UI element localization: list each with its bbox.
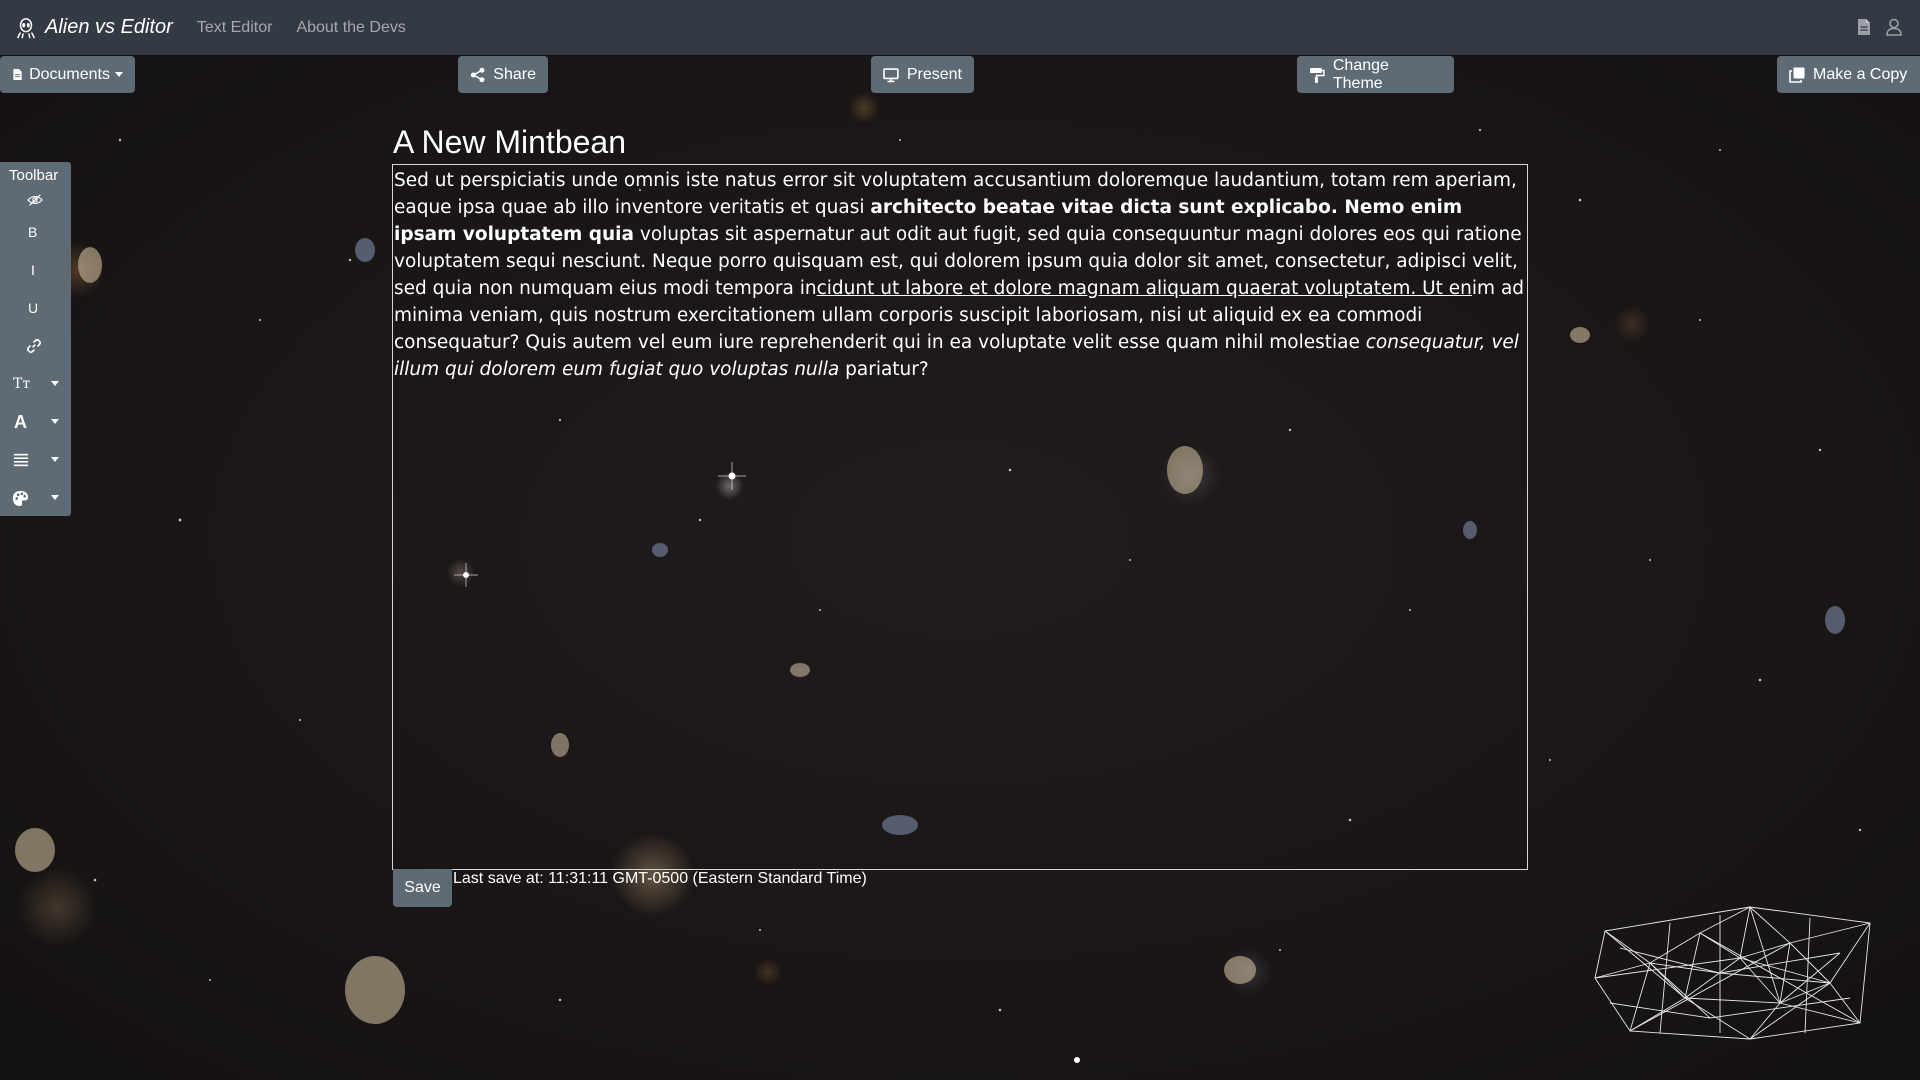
align-icon xyxy=(13,453,29,467)
link-button[interactable] xyxy=(0,332,71,360)
present-button[interactable]: Present xyxy=(871,56,974,93)
chevron-down-icon xyxy=(51,495,59,500)
chevron-down-icon xyxy=(51,381,59,386)
toolbar-hide-button[interactable] xyxy=(0,186,71,214)
font-color-dropdown[interactable]: A xyxy=(0,408,71,436)
align-dropdown[interactable] xyxy=(0,446,71,474)
change-theme-button[interactable]: Change Theme xyxy=(1297,56,1454,93)
nav-link-about-devs[interactable]: About the Devs xyxy=(296,19,405,37)
save-button[interactable]: Save xyxy=(393,869,452,907)
documents-label: Documents xyxy=(29,65,110,83)
top-navbar: Alien vs Editor Text Editor About the De… xyxy=(0,0,1920,55)
document-title[interactable]: A New Mintbean xyxy=(393,124,626,161)
chevron-down-icon xyxy=(51,457,59,462)
monitor-icon xyxy=(883,67,899,82)
toolbar-title: Toolbar xyxy=(9,167,59,184)
copy-icon xyxy=(1789,67,1805,83)
formatting-toolbar: Toolbar B I U Tт A xyxy=(0,162,71,516)
brand[interactable]: Alien vs Editor xyxy=(15,16,173,39)
last-save-status: Last save at: 11:31:11 GMT-0500 (Eastern… xyxy=(453,870,867,887)
share-label: Share xyxy=(493,65,536,83)
underline-label: U xyxy=(28,300,39,316)
bold-button[interactable]: B xyxy=(0,218,71,246)
eye-slash-icon xyxy=(27,194,43,206)
document-icon[interactable] xyxy=(1856,18,1872,36)
share-button[interactable]: Share xyxy=(458,56,548,93)
nav-right-icons xyxy=(1856,18,1902,36)
file-icon xyxy=(13,68,22,81)
make-copy-button[interactable]: Make a Copy xyxy=(1777,56,1920,93)
italic-button[interactable]: I xyxy=(0,256,71,284)
underline-button[interactable]: U xyxy=(0,294,71,322)
chevron-down-icon xyxy=(51,419,59,424)
share-icon xyxy=(470,67,485,82)
editor-text-underline: cidunt ut labore et dolore magnam aliqua… xyxy=(816,278,1472,299)
paint-roller-icon xyxy=(1309,67,1325,83)
editor-text-plain-4: pariatur? xyxy=(839,359,929,380)
make-copy-label: Make a Copy xyxy=(1813,65,1908,83)
documents-dropdown-button[interactable]: Documents xyxy=(0,56,135,93)
user-icon[interactable] xyxy=(1886,18,1902,36)
text-size-dropdown[interactable]: Tт xyxy=(0,370,71,398)
wireframe-mesh-graphic xyxy=(1594,906,1871,1040)
alien-icon xyxy=(17,17,35,38)
font-color-icon: A xyxy=(14,411,27,432)
bold-label: B xyxy=(28,224,38,240)
change-theme-label: Change Theme xyxy=(1332,56,1389,92)
chevron-down-icon xyxy=(115,72,123,77)
nav-link-text-editor[interactable]: Text Editor xyxy=(197,19,273,37)
palette-dropdown[interactable] xyxy=(0,484,71,512)
text-editor[interactable]: Sed ut perspiciatis unde omnis iste natu… xyxy=(392,164,1528,870)
italic-label: I xyxy=(31,262,35,278)
palette-icon xyxy=(12,490,29,506)
text-size-icon: Tт xyxy=(13,376,31,392)
link-icon xyxy=(26,338,42,354)
present-label: Present xyxy=(906,65,962,83)
brand-name: Alien vs Editor xyxy=(45,16,173,38)
